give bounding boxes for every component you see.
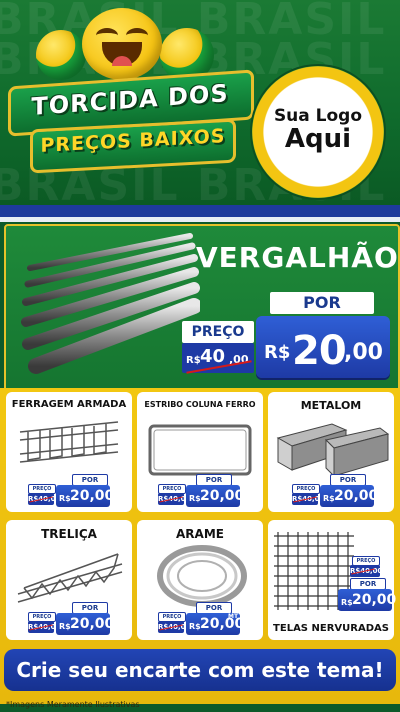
new-price-currency: R$ bbox=[59, 622, 71, 631]
footnote: *Imagens Meramente Ilustrativas bbox=[6, 700, 140, 709]
hero-product-name: VERGALHÃO bbox=[196, 241, 399, 274]
product-name: METALOM bbox=[300, 399, 362, 412]
new-price: 20,00 bbox=[334, 488, 379, 504]
new-price: 20,00 bbox=[352, 592, 397, 608]
wire-coil-image bbox=[157, 545, 247, 607]
logo-text: Sua Logo bbox=[273, 106, 363, 126]
new-price-value: 20 bbox=[292, 328, 347, 374]
divider bbox=[0, 217, 400, 222]
metal-profile-image bbox=[276, 423, 390, 478]
product-name: ESTRIBO COLUNA FERRO bbox=[144, 400, 256, 409]
product-name: FERRAGEM ARMADA bbox=[11, 399, 127, 410]
stirrup-image bbox=[148, 424, 252, 476]
new-price-currency: R$ bbox=[264, 342, 291, 363]
price-por-label: POR bbox=[270, 292, 374, 314]
logo-text: Aqui bbox=[284, 124, 352, 154]
product-name: TRELIÇA bbox=[41, 527, 97, 541]
rebar-cage-image bbox=[19, 421, 119, 463]
soccer-ball-icon bbox=[36, 30, 86, 80]
rebar-image bbox=[21, 233, 200, 374]
new-price-currency: R$ bbox=[323, 494, 335, 503]
unit-label: MT bbox=[228, 613, 239, 620]
price-preco-label: PREÇO bbox=[182, 321, 254, 343]
new-price-currency: R$ bbox=[189, 622, 201, 631]
old-price-currency: R$ bbox=[186, 355, 201, 366]
flyer-page: BRASIL BRASIL BRASIL BRASIL BRASIL BRASI… bbox=[0, 0, 400, 712]
truss-image bbox=[17, 553, 123, 603]
product-name: ARAME bbox=[176, 527, 224, 541]
product-name: TELAS NERVURADAS bbox=[273, 623, 389, 634]
old-price-value: 40 bbox=[200, 346, 226, 367]
new-price-currency: R$ bbox=[59, 494, 71, 503]
divider bbox=[0, 205, 400, 217]
cta-banner[interactable]: Crie seu encarte com este tema! bbox=[4, 649, 396, 691]
new-price: 20,00 bbox=[70, 488, 115, 504]
new-price-cents: ,00 bbox=[344, 340, 383, 365]
new-price: 20,00 bbox=[200, 488, 245, 504]
new-price-currency: R$ bbox=[341, 598, 353, 607]
smiley-face-icon bbox=[82, 8, 162, 80]
new-price-currency: R$ bbox=[189, 494, 201, 503]
new-price: 20,00 bbox=[70, 616, 115, 632]
